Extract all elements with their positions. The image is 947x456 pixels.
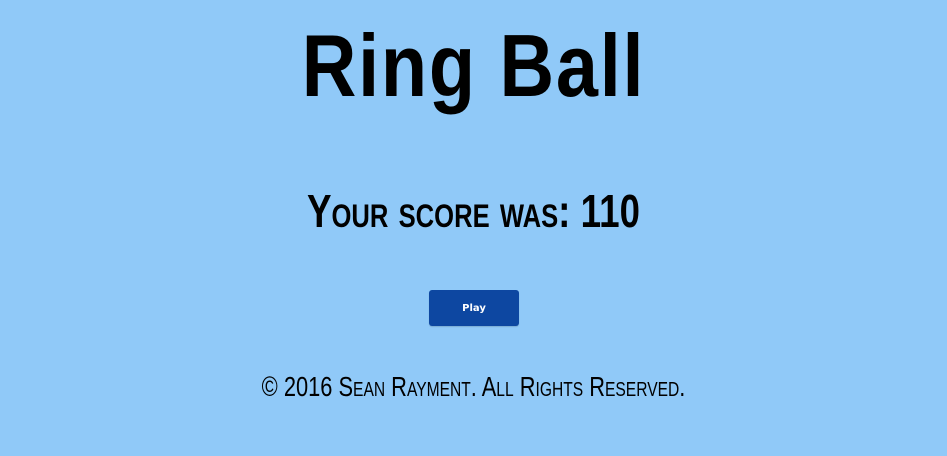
- game-title: Ring Ball: [301, 16, 646, 115]
- copyright-footer: © 2016 Sean Rayment. All Rights Reserved…: [261, 371, 686, 402]
- game-over-screen: Ring Ball Your score was: 110 Play © 201…: [0, 0, 947, 456]
- score-message: Your score was: 110: [306, 185, 641, 237]
- play-button[interactable]: Play: [429, 290, 519, 326]
